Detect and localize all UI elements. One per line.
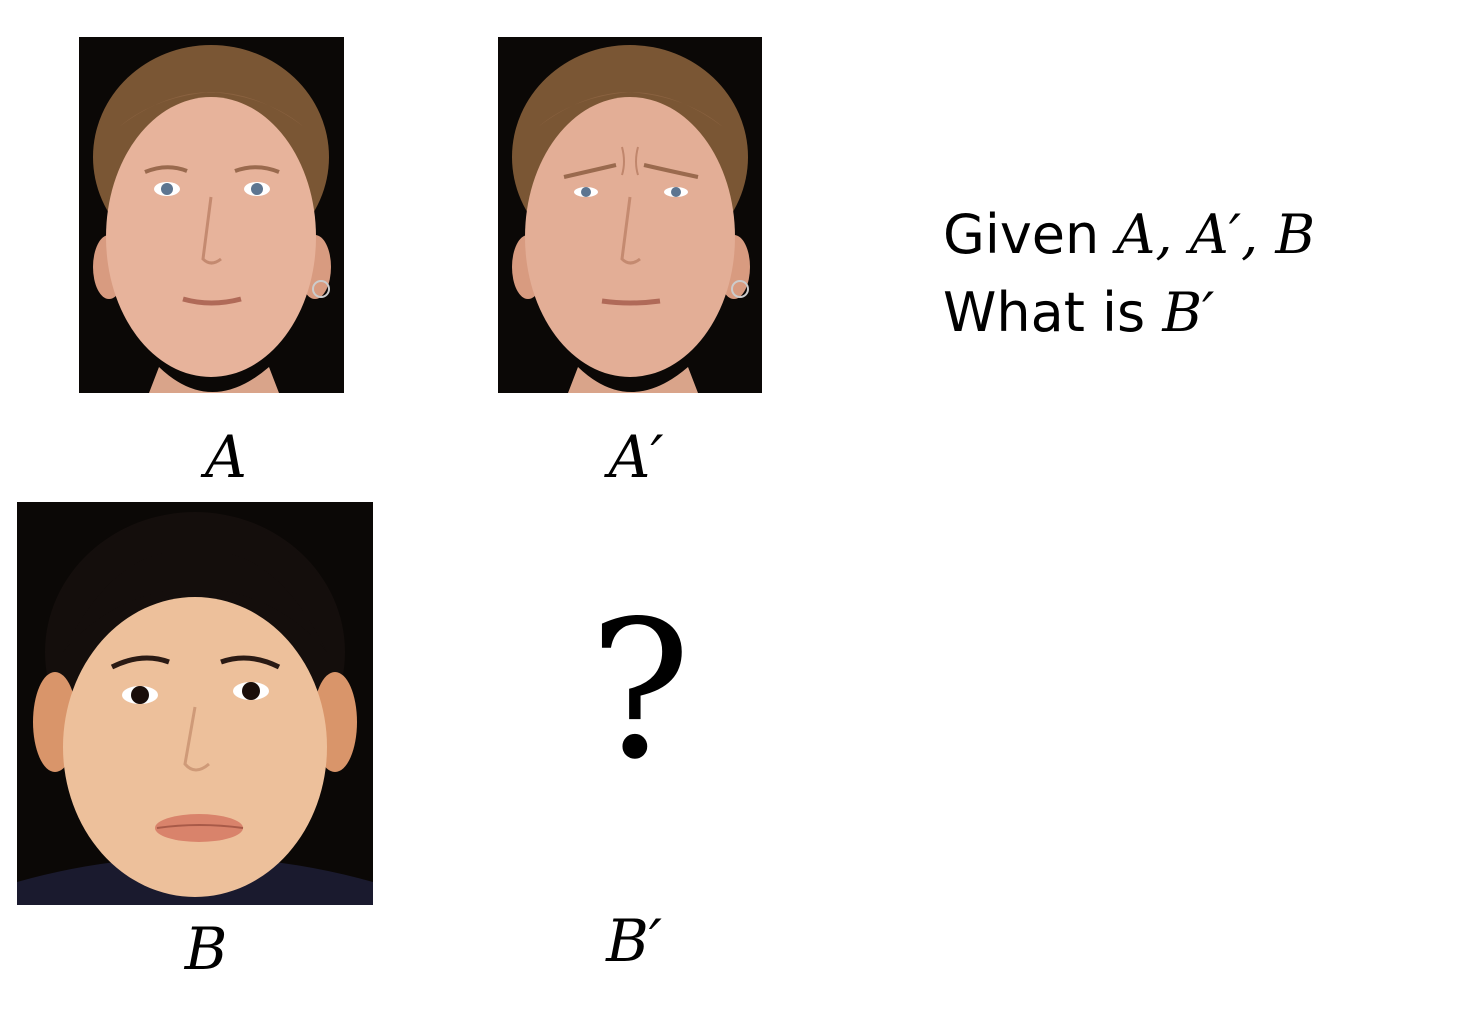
photo-a-prime-frowning-face — [498, 37, 762, 393]
photo-a-neutral-face — [79, 37, 344, 393]
label-b: B — [184, 915, 228, 983]
unknown-b-prime-placeholder: ? — [589, 580, 691, 801]
prompt-line-2-math: B′ — [1162, 281, 1215, 344]
prompt-line-1: Given A, A′, B — [943, 208, 1315, 262]
prompt-line-2-text: What is — [943, 281, 1163, 344]
prompt-line-2: What is B′ — [943, 286, 1214, 340]
label-b-prime: B′ — [606, 907, 662, 975]
photo-b-neutral-face — [17, 502, 373, 905]
label-a: A — [205, 423, 247, 491]
prompt-line-1-text: Given — [943, 203, 1117, 266]
label-a-prime: A′ — [608, 423, 664, 491]
prompt-line-1-math: A, A′, B — [1116, 203, 1316, 266]
